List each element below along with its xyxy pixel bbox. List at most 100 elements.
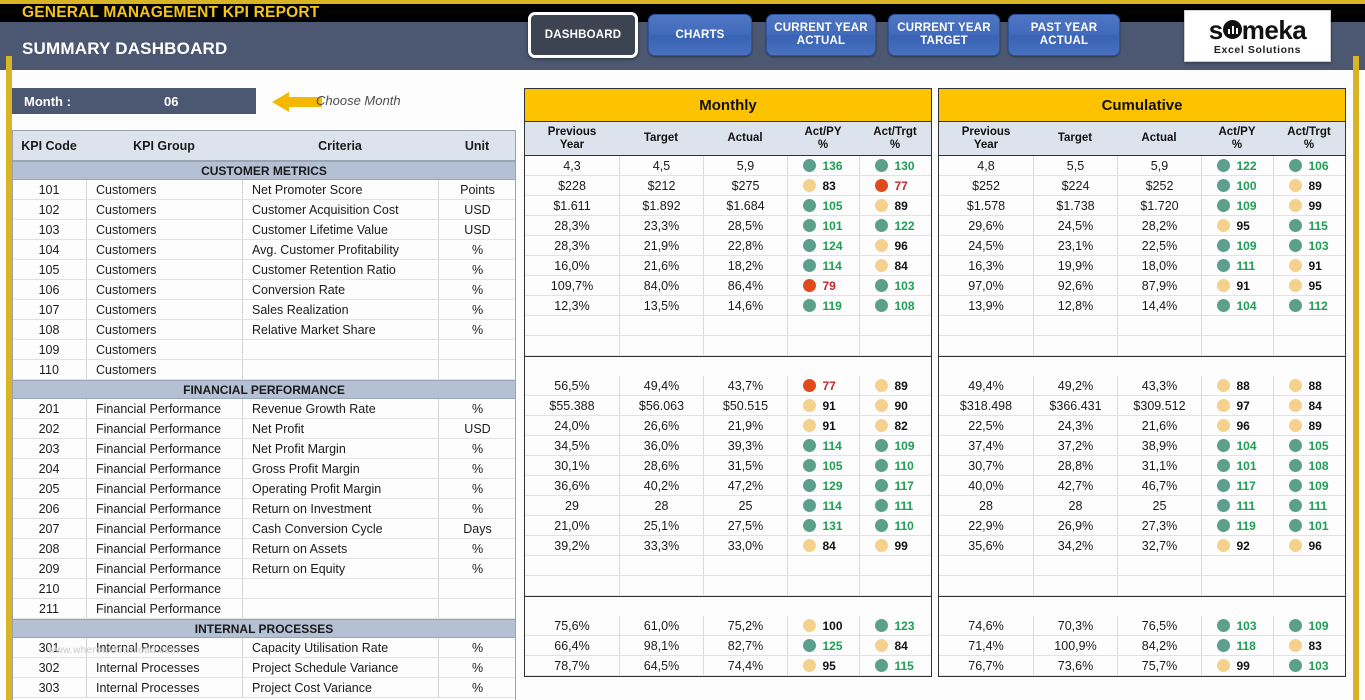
cell-act-py: 104	[1201, 436, 1273, 455]
cell-crit: Net Profit Margin	[242, 439, 438, 458]
status-indicator-icon	[875, 439, 888, 452]
cell-act-target: 90	[859, 396, 931, 415]
cell-target: 21,9%	[619, 236, 703, 255]
cell-actual: 27,3%	[1117, 516, 1201, 535]
choose-month-hint: Choose Month	[316, 93, 401, 108]
tab-dashboard[interactable]: DASHBOARD	[528, 12, 638, 58]
cell-actual: 25	[703, 496, 787, 515]
cell-act-target: 111	[1273, 496, 1345, 515]
status-indicator-icon	[1289, 279, 1302, 292]
status-value: 105	[823, 456, 845, 476]
status-indicator-icon	[803, 459, 816, 472]
cell-previous-year	[939, 316, 1033, 335]
cell-actual	[703, 556, 787, 575]
metric-row: 71,4%100,9%84,2%11883	[939, 636, 1345, 656]
cell-act-target	[859, 576, 931, 595]
cell-crit: Project Schedule Variance	[242, 658, 438, 677]
status-indicator-icon	[803, 619, 816, 632]
cell-act-target: 101	[1273, 516, 1345, 535]
month-value[interactable]: 06	[164, 94, 178, 109]
status-indicator-icon	[803, 279, 816, 292]
cell-act-py: 109	[1201, 236, 1273, 255]
cell-actual: 75,7%	[1117, 656, 1201, 675]
cell-act-target: 88	[1273, 376, 1345, 395]
tab-charts[interactable]: CHARTS	[648, 14, 752, 56]
status-indicator-icon	[803, 199, 816, 212]
status-indicator-icon	[1289, 419, 1302, 432]
status-indicator-icon	[1217, 239, 1230, 252]
status-value: 92	[1237, 536, 1259, 556]
col-target: Target	[619, 132, 703, 145]
cell-act-py: 129	[787, 476, 859, 495]
tab-past-year-actual[interactable]: PAST YEAR ACTUAL	[1008, 14, 1120, 56]
cell-previous-year: 97,0%	[939, 276, 1033, 295]
cell-previous-year: 28,3%	[525, 216, 619, 235]
cell-actual	[703, 336, 787, 355]
cell-actual: 5,9	[703, 156, 787, 175]
cell-target: $224	[1033, 176, 1117, 195]
dashboard-root: GENERAL MANAGEMENT KPI REPORT SUMMARY DA…	[0, 0, 1365, 700]
cell-target: 26,6%	[619, 416, 703, 435]
metric-row: 35,6%34,2%32,7%9296	[939, 536, 1345, 556]
status-value: 111	[1309, 496, 1331, 516]
status-indicator-icon	[875, 199, 888, 212]
cell-group: Customers	[86, 280, 242, 299]
metric-row: 16,0%21,6%18,2%11484	[525, 256, 931, 276]
status-value: 91	[1237, 276, 1259, 296]
section-group: 49,4%49,2%43,3%8888$318.498$366.431$309.…	[938, 376, 1346, 597]
left-gold-rail	[6, 56, 12, 700]
cell-target	[619, 576, 703, 595]
cell-act-py: 124	[787, 236, 859, 255]
status-indicator-icon	[1217, 419, 1230, 432]
someka-logo: smeka Excel Solutions	[1184, 10, 1331, 62]
cell-previous-year: $228	[525, 176, 619, 195]
chart-bars-icon	[1223, 20, 1242, 39]
cell-act-target: 109	[1273, 476, 1345, 495]
status-value: 106	[1309, 156, 1331, 176]
status-indicator-icon	[1217, 299, 1230, 312]
tab-current-year-target[interactable]: CURRENT YEAR TARGET	[888, 14, 1000, 56]
cell-actual: $1.720	[1117, 196, 1201, 215]
status-value: 109	[1309, 616, 1331, 636]
cell-group: Financial Performance	[86, 399, 242, 418]
status-value: 101	[1309, 516, 1331, 536]
cell-previous-year: $1.611	[525, 196, 619, 215]
cell-act-target: 103	[1273, 656, 1345, 675]
kpi-definition-table: KPI CodeKPI GroupCriteriaUnitCUSTOMER ME…	[12, 130, 516, 698]
cell-code: 208	[12, 539, 86, 558]
cell-unit: %	[438, 658, 516, 677]
status-indicator-icon	[875, 659, 888, 672]
table-row: 106CustomersConversion Rate%	[12, 280, 516, 300]
cell-act-py: 84	[787, 536, 859, 555]
table-row: 107CustomersSales Realization%	[12, 300, 516, 320]
status-value: 111	[895, 496, 917, 516]
status-indicator-icon	[1217, 479, 1230, 492]
col-target: Target	[1033, 132, 1117, 145]
month-selector[interactable]: Month : 06	[12, 88, 256, 114]
logo-letter-s: s	[1209, 17, 1223, 43]
status-indicator-icon	[1217, 439, 1230, 452]
status-value: 122	[1237, 156, 1259, 176]
cell-act-py: 83	[787, 176, 859, 195]
status-indicator-icon	[1217, 659, 1230, 672]
tab-current-year-target-label: CURRENT YEAR TARGET	[889, 22, 999, 48]
status-indicator-icon	[1217, 219, 1230, 232]
status-value: 84	[1309, 396, 1331, 416]
status-value: 101	[823, 216, 845, 236]
cell-target: 70,3%	[1033, 616, 1117, 635]
cell-act-target: 103	[1273, 236, 1345, 255]
tab-current-year-actual[interactable]: CURRENT YEAR ACTUAL	[766, 14, 876, 56]
cell-previous-year: 4,3	[525, 156, 619, 175]
metric-row	[939, 576, 1345, 596]
status-indicator-icon	[875, 619, 888, 632]
cell-act-target: 95	[1273, 276, 1345, 295]
cell-previous-year: 22,9%	[939, 516, 1033, 535]
cell-act-py: 122	[1201, 156, 1273, 175]
cell-crit: Project Cost Variance	[242, 678, 438, 697]
cell-target: 37,2%	[1033, 436, 1117, 455]
cell-actual: $309.512	[1117, 396, 1201, 415]
cell-unit: USD	[438, 200, 516, 219]
cell-unit	[438, 579, 516, 598]
cell-code: 106	[12, 280, 86, 299]
status-indicator-icon	[1289, 259, 1302, 272]
